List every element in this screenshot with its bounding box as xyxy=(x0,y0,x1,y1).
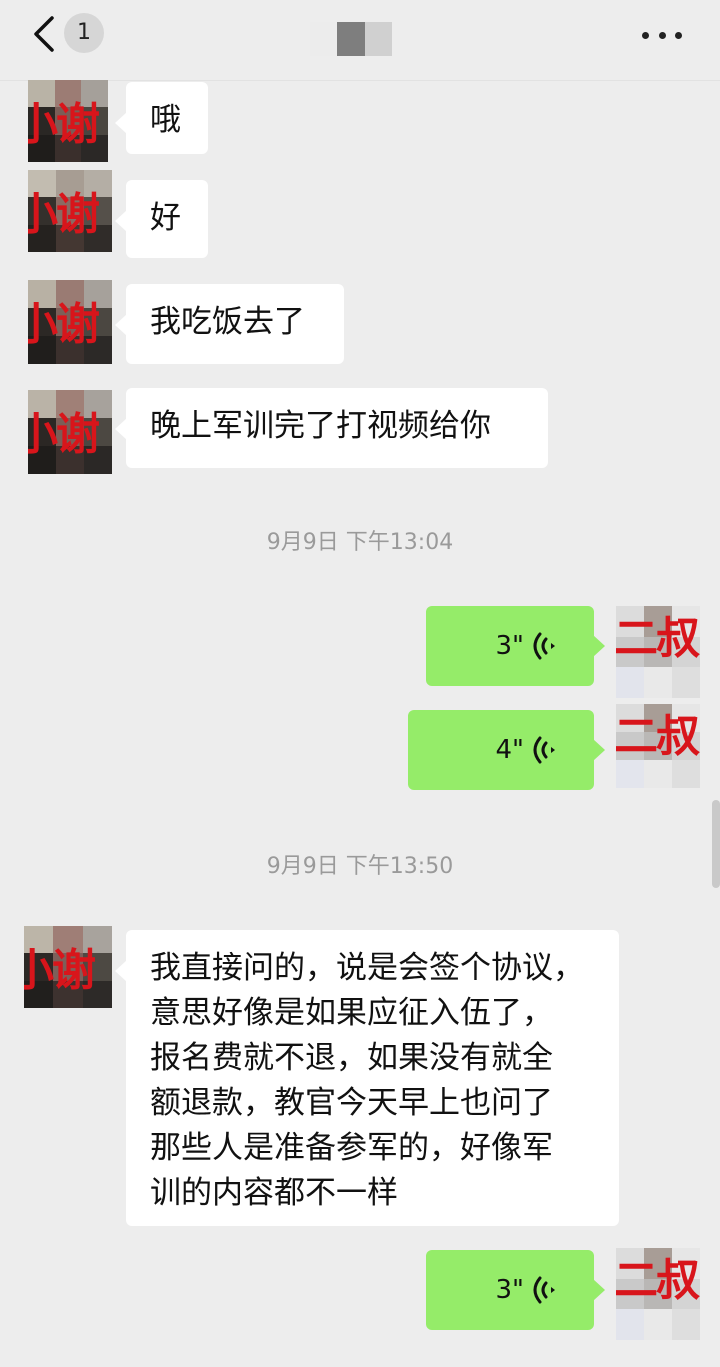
avatar-name-tag: 小谢 xyxy=(28,409,100,460)
message-bubble[interactable]: 我吃饭去了 xyxy=(115,284,344,364)
more-options-button[interactable] xyxy=(642,28,682,42)
voice-message[interactable]: 3" xyxy=(426,606,605,686)
voice-duration: 3" xyxy=(495,1275,524,1305)
message-timestamp: 9月9日 下午13:50 xyxy=(266,854,454,879)
voice-message[interactable]: 4" xyxy=(408,710,605,790)
avatar-name-tag: 二叔 xyxy=(616,613,700,664)
message-bubble[interactable]: 哦 xyxy=(115,82,208,154)
my-avatar-ershu[interactable]: 二叔 xyxy=(616,1248,700,1340)
contact-avatar-xiaoxie[interactable]: 小谢 xyxy=(28,280,112,364)
chat-header: 1 xyxy=(0,0,720,81)
more-dots-icon xyxy=(642,31,649,39)
unread-count-badge[interactable]: 1 xyxy=(64,13,104,53)
contact-avatar-xiaoxie[interactable]: 小谢 xyxy=(28,80,108,162)
voice-wave-icon xyxy=(533,736,555,764)
voice-duration: 3" xyxy=(495,631,524,661)
avatar-name-tag: 小谢 xyxy=(24,945,96,996)
avatar-name-tag: 二叔 xyxy=(616,711,700,762)
avatar-name-tag: 二叔 xyxy=(616,1255,700,1306)
back-button[interactable] xyxy=(30,14,60,54)
message-timestamp: 9月9日 下午13:04 xyxy=(266,530,454,555)
message-bubble[interactable]: 晚上军训完了打视频给你 xyxy=(115,388,548,468)
avatar-name-tag: 小谢 xyxy=(28,299,100,350)
voice-message[interactable]: 3" xyxy=(426,1250,605,1330)
my-avatar-ershu[interactable]: 二叔 xyxy=(616,704,700,788)
avatar-name-tag: 小谢 xyxy=(28,99,100,150)
contact-avatar-xiaoxie[interactable]: 小谢 xyxy=(28,390,112,474)
voice-duration: 4" xyxy=(495,735,524,765)
voice-wave-icon xyxy=(533,1276,555,1304)
chevron-left-icon xyxy=(34,16,54,52)
avatar-name-tag: 小谢 xyxy=(28,189,100,240)
contact-avatar-xiaoxie[interactable]: 小谢 xyxy=(24,926,112,1008)
voice-wave-icon xyxy=(533,632,555,660)
message-bubble[interactable]: 我直接问的，说是会签个协议， 意思好像是如果应征入伍了， 报名费就不退，如果没有… xyxy=(115,930,619,1226)
contact-avatar-xiaoxie[interactable]: 小谢 xyxy=(28,170,112,252)
chat-title-mosaic xyxy=(310,22,392,56)
my-avatar-ershu[interactable]: 二叔 xyxy=(616,606,700,698)
message-bubble[interactable]: 好 xyxy=(115,180,208,258)
